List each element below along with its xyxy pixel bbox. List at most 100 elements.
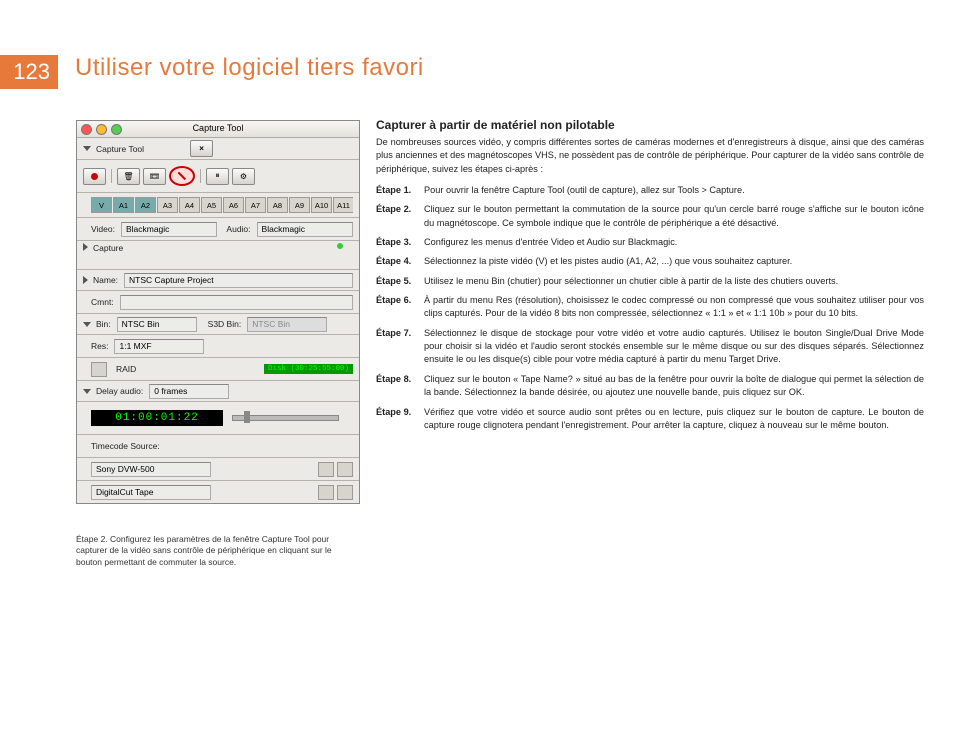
tape-name-button[interactable]: DigitalCut Tape [91, 485, 211, 500]
tc-source-row: Timecode Source: [77, 435, 359, 458]
timecode-row: 01:00:01:22 [77, 402, 359, 435]
step-text: Pour ouvrir la fenêtre Capture Tool (out… [424, 184, 924, 197]
close-icon[interactable] [81, 124, 92, 135]
zoom-icon[interactable] [111, 124, 122, 135]
step-text: Configurez les menus d'entrée Video et A… [424, 236, 924, 249]
audio-label: Audio: [226, 224, 250, 234]
delay-row: Delay audio: 0 frames [77, 381, 359, 402]
figure-capture-tool: Capture Tool Capture Tool × 🗑 📼 ⏸ ⚙ V A1… [76, 120, 358, 504]
go-to-in-button[interactable] [318, 485, 334, 500]
step-label: Étape 8. [376, 373, 416, 400]
comment-input[interactable] [120, 295, 353, 310]
track-a3[interactable]: A3 [157, 197, 178, 213]
capture-label: Capture [93, 243, 123, 253]
track-a5[interactable]: A5 [201, 197, 222, 213]
track-a8[interactable]: A8 [267, 197, 288, 213]
step-text: Sélectionnez la piste vidéo (V) et les p… [424, 255, 924, 268]
raid-label: RAID [116, 364, 136, 374]
track-a9[interactable]: A9 [289, 197, 310, 213]
tab-label[interactable]: Capture Tool [96, 144, 144, 154]
separator [200, 169, 201, 183]
track-a10[interactable]: A10 [311, 197, 332, 213]
step-text: Vérifiez que votre vidéo et source audio… [424, 406, 924, 433]
step-label: Étape 2. [376, 203, 416, 230]
disclosure-triangle-icon[interactable] [83, 146, 91, 151]
track-a4[interactable]: A4 [179, 197, 200, 213]
delay-label: Delay audio: [96, 386, 143, 396]
track-a6[interactable]: A6 [223, 197, 244, 213]
step-9: Étape 9.Vérifiez que votre vidéo et sour… [376, 406, 924, 433]
step-5: Étape 5. Utilisez le menu Bin (chutier) p… [376, 275, 924, 288]
video-label: Video: [91, 224, 115, 234]
tape-row: DigitalCut Tape [77, 481, 359, 503]
step-label: Étape 7. [376, 327, 416, 367]
mark-out-button[interactable] [337, 462, 353, 477]
mode-button[interactable]: 📼 [143, 168, 166, 185]
comment-label: Cmnt: [91, 297, 114, 307]
video-menu[interactable]: Blackmagic [121, 222, 217, 237]
lead-paragraph: De nombreuses sources vidéo, y compris d… [376, 136, 924, 176]
track-a11[interactable]: A11 [333, 197, 353, 213]
step-label: Étape 6. [376, 294, 416, 321]
step-label: Étape 1. [376, 184, 416, 197]
name-row: Name: NTSC Capture Project [77, 270, 359, 291]
tab-row: Capture Tool × [77, 138, 359, 160]
close-tab-button[interactable]: × [190, 140, 213, 157]
step-2: Étape 2. Cliquez sur le bouton permettant… [376, 203, 924, 230]
section-title: Capturer à partir de matériel non pilota… [376, 118, 924, 132]
page-number-badge: 123 [0, 55, 58, 89]
figure-caption: Étape 2. Configurez les paramètres de la… [76, 534, 358, 568]
track-a1[interactable]: A1 [113, 197, 134, 213]
go-to-out-button[interactable] [337, 485, 353, 500]
disclosure-triangle-icon[interactable] [83, 389, 91, 394]
step-label: Étape 3. [376, 236, 416, 249]
video-audio-row: Video: Blackmagic Audio: Blackmagic [77, 218, 359, 241]
tc-source-menu[interactable]: Sony DVW-500 [91, 462, 211, 477]
step-1: Étape 1. Pour ouvrir la fenêtre Capture T… [376, 184, 924, 197]
tc-source-value-row: Sony DVW-500 [77, 458, 359, 481]
step-text: Cliquez sur le bouton permettant la comm… [424, 203, 924, 230]
step-text: Cliquez sur le bouton « Tape Name? » sit… [424, 373, 924, 400]
drive-row: RAID Disk (30:25:55:00) [77, 358, 359, 381]
track-a7[interactable]: A7 [245, 197, 266, 213]
shuttle-slider[interactable] [232, 415, 339, 421]
bin-row: Bin: NTSC Bin S3D Bin: NTSC Bin [77, 314, 359, 335]
page-title: Utiliser votre logiciel tiers favori [75, 54, 424, 82]
step-label: Étape 5. [376, 275, 416, 288]
trash-button[interactable]: 🗑 [117, 168, 140, 185]
toggle-source-button[interactable] [169, 166, 195, 186]
toolbar-row: 🗑 📼 ⏸ ⚙ [77, 160, 359, 193]
disclosure-triangle-icon[interactable] [83, 243, 88, 251]
step-text: Utilisez le menu Bin (chutier) pour séle… [424, 275, 924, 288]
step-text: Sélectionnez le disque de stockage pour … [424, 327, 924, 367]
step-4: Étape 4.Sélectionnez la piste vidéo (V) … [376, 255, 924, 268]
delay-menu[interactable]: 0 frames [149, 384, 229, 399]
s3d-bin-menu[interactable]: NTSC Bin [247, 317, 327, 332]
name-input[interactable]: NTSC Capture Project [124, 273, 353, 288]
drive-mode-button[interactable] [91, 362, 107, 377]
separator [111, 169, 112, 183]
track-strip: V A1 A2 A3 A4 A5 A6 A7 A8 A9 A10 A11 A12… [91, 197, 353, 213]
tc-source-label: Timecode Source: [91, 441, 350, 451]
mark-in-button[interactable] [318, 462, 334, 477]
record-button[interactable] [83, 168, 106, 185]
tracks-row: V A1 A2 A3 A4 A5 A6 A7 A8 A9 A10 A11 A12… [77, 193, 359, 218]
step-3: Étape 3. Configurez les menus d'entrée Vi… [376, 236, 924, 249]
step-8: Étape 8. Cliquez sur le bouton « Tape Nam… [376, 373, 924, 400]
name-label: Name: [93, 275, 118, 285]
res-row: Res: 1:1 MXF [77, 335, 359, 358]
disclosure-triangle-icon[interactable] [83, 322, 91, 327]
settings-button[interactable]: ⚙ [232, 168, 255, 185]
step-text: À partir du menu Res (résolution), chois… [424, 294, 924, 321]
res-menu[interactable]: 1:1 MXF [114, 339, 204, 354]
window-titlebar: Capture Tool [77, 121, 359, 138]
step-6: Étape 6. À partir du menu Res (résolution… [376, 294, 924, 321]
step-7: Étape 7.Sélectionnez le disque de stocka… [376, 327, 924, 367]
track-a2[interactable]: A2 [135, 197, 156, 213]
track-v[interactable]: V [91, 197, 112, 213]
audio-menu[interactable]: Blackmagic [257, 222, 353, 237]
minimize-icon[interactable] [96, 124, 107, 135]
disclosure-triangle-icon[interactable] [83, 276, 88, 284]
bin-menu[interactable]: NTSC Bin [117, 317, 197, 332]
pause-button[interactable]: ⏸ [206, 168, 229, 185]
